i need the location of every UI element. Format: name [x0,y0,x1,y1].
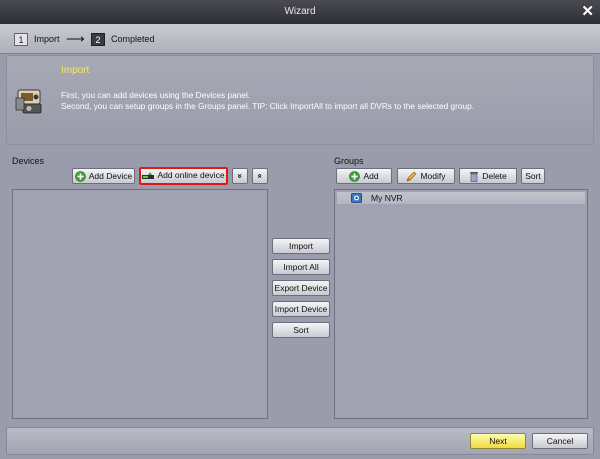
add-group-label: Add [363,171,379,181]
modify-group-button[interactable]: Modify [397,168,455,184]
import-camera-icon [15,89,42,114]
info-title: Import [61,65,90,76]
step-1-number: 1 [14,33,28,46]
modify-group-label: Modify [420,171,446,181]
sort-button[interactable]: Sort [272,322,330,338]
tree-item-my-nvr[interactable]: My NVR [337,192,585,204]
wizard-steps: 1 Import ⟶ 2 Completed [0,24,600,54]
window-title: Wizard [284,6,316,17]
delete-group-label: Delete [482,171,507,181]
step-1-label: Import [34,34,60,44]
add-online-device-label: Add online device [157,170,225,180]
info-line-1: First, you can add devices using the Dev… [61,90,251,100]
step-2-label: Completed [111,34,155,44]
plus-circle-icon [349,171,361,183]
next-button[interactable]: Next [470,433,526,449]
add-group-button[interactable]: Add [336,168,392,184]
import-device-button[interactable]: Import Device [272,301,330,317]
title-bar: Wizard ✕ [0,0,600,24]
chevron-double-up-icon: « [254,173,265,179]
devices-list[interactable] [12,189,268,419]
collapse-button[interactable]: » [232,168,248,184]
pencil-icon [406,171,417,182]
info-line-2: Second, you can setup groups in the Grou… [61,101,475,111]
trash-icon [470,172,479,183]
add-device-button[interactable]: Add Device [72,168,135,184]
arrow-right-icon: ⟶ [66,31,85,46]
sort-groups-button[interactable]: Sort [521,168,545,184]
expand-button[interactable]: « [252,168,268,184]
import-button[interactable]: Import [272,238,330,254]
info-panel: Import First, you can add devices using … [6,55,594,145]
delete-group-button[interactable]: Delete [459,168,517,184]
import-all-button[interactable]: Import All [272,259,330,275]
cancel-button[interactable]: Cancel [532,433,588,449]
online-device-icon [142,171,155,179]
tree-item-label: My NVR [371,193,403,203]
export-device-button[interactable]: Export Device [272,280,330,296]
groups-tree[interactable]: My NVR [334,189,588,419]
plus-circle-icon [74,171,86,183]
chevron-double-down-icon: » [234,173,245,179]
groups-label: Groups [334,156,364,166]
add-device-label: Add Device [88,171,133,181]
devices-label: Devices [12,156,45,166]
add-online-device-button[interactable]: Add online device [139,167,228,185]
close-icon[interactable]: ✕ [581,2,594,22]
step-2-number: 2 [91,33,105,46]
nvr-icon [351,193,362,203]
